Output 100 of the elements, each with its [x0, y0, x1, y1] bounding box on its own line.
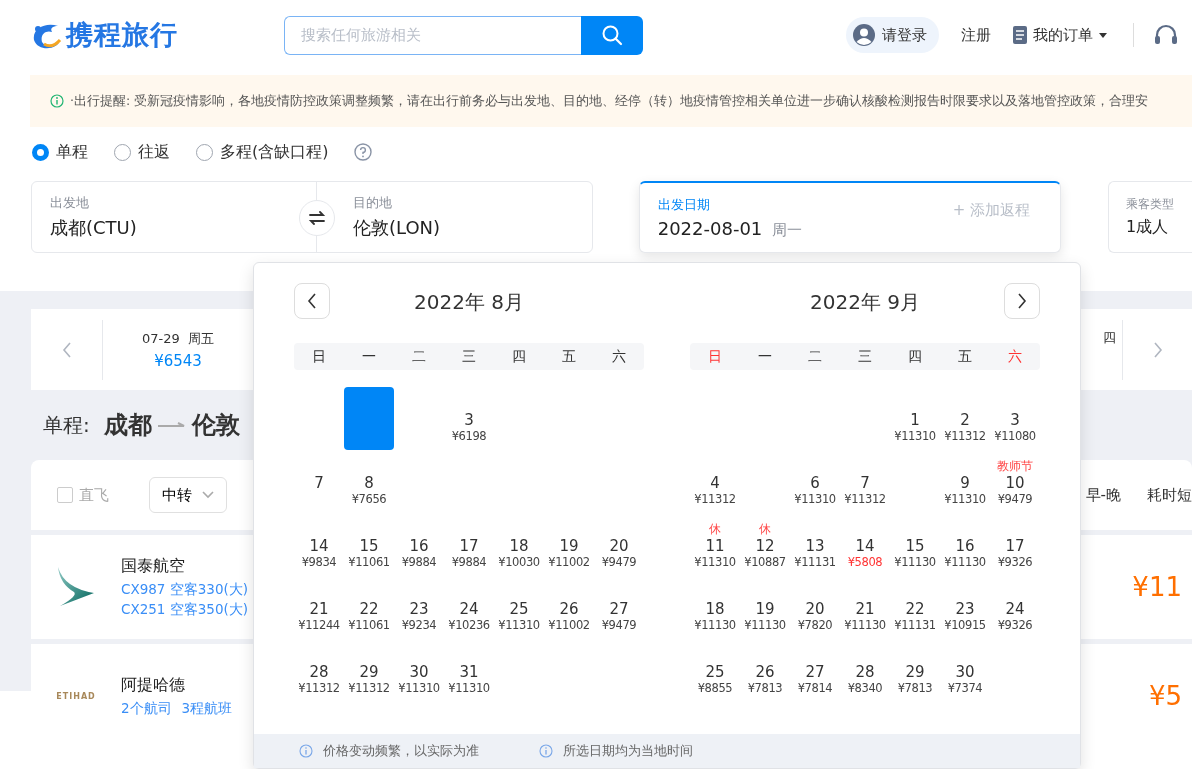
calendar-day[interactable]: 3 ¥11080 — [990, 387, 1040, 450]
month-title: 2022年 9月 — [810, 289, 920, 316]
chevron-right-icon — [1017, 293, 1027, 309]
trip-type-radio[interactable]: 多程(含缺口程) — [196, 141, 329, 163]
calendar-day[interactable]: 21 ¥11244 — [294, 576, 344, 639]
calendar-day[interactable]: 18 ¥11130 — [690, 576, 740, 639]
calendar-day[interactable]: 23 ¥9234 — [394, 576, 444, 639]
calendar-day[interactable]: 29 ¥11312 — [344, 639, 394, 702]
calendar-day[interactable]: 3 ¥6198 — [444, 387, 494, 450]
calendar-day[interactable]: 15 ¥11061 — [344, 513, 394, 576]
calendar-day[interactable]: 14 ¥5808 — [840, 513, 890, 576]
field-label: 目的地 — [353, 194, 393, 212]
calendar-day[interactable]: 休 11 ¥11310 — [690, 513, 740, 576]
field-label: 出发地 — [50, 194, 90, 212]
calendar-day[interactable]: 8 ¥7656 — [344, 450, 394, 513]
calendar-day[interactable]: 30 ¥7374 — [940, 639, 990, 702]
calendar-day[interactable]: 14 ¥9834 — [294, 513, 344, 576]
calendar-day[interactable]: 17 ¥9884 — [444, 513, 494, 576]
chevron-right-icon — [1152, 341, 1163, 358]
airline-logo-text: ETIHAD — [56, 691, 96, 701]
field-label: 乘客类型 — [1126, 196, 1174, 213]
chevron-down-icon — [202, 491, 214, 499]
weekday-label: 三 — [857, 347, 873, 366]
weekday-label: 六 — [611, 347, 627, 366]
orders-menu[interactable]: 我的订单 — [1013, 25, 1107, 45]
calendar-day[interactable]: 28 ¥8340 — [840, 639, 890, 702]
previous-month-button[interactable] — [294, 283, 330, 319]
calendar-day[interactable]: 16 ¥9884 — [394, 513, 444, 576]
calendar-day[interactable]: 25 ¥11310 — [494, 576, 544, 639]
calendar-day[interactable]: 27 ¥7814 — [790, 639, 840, 702]
calendar-day[interactable]: 7 ¥11312 — [840, 450, 890, 513]
calendar-day[interactable]: 17 ¥9326 — [990, 513, 1040, 576]
login-link[interactable]: 请登录 — [846, 17, 939, 53]
calendar-day[interactable]: 13 ¥11131 — [790, 513, 840, 576]
calendar-day[interactable]: 18 ¥10030 — [494, 513, 544, 576]
calendar-day[interactable]: 24 ¥10236 — [444, 576, 494, 639]
trip-type-radio[interactable]: 单程 — [32, 141, 88, 163]
calendar-day[interactable]: 27 ¥9479 — [594, 576, 644, 639]
calendar-day[interactable]: 6 ¥11310 — [790, 450, 840, 513]
swap-button[interactable] — [299, 200, 335, 236]
info-icon — [299, 744, 313, 758]
search-button[interactable] — [581, 15, 643, 55]
weekday-label: 一 — [361, 347, 377, 366]
weekday-text: 周一 — [772, 220, 803, 240]
calendar-day[interactable]: 教师节 10 ¥9479 — [990, 450, 1040, 513]
calendar-day[interactable]: 22 ¥11131 — [890, 576, 940, 639]
calendar-day[interactable]: 31 ¥11310 — [444, 639, 494, 702]
trip-type-radio[interactable]: 往返 — [114, 141, 170, 163]
calendar-day[interactable]: 19 ¥11130 — [740, 576, 790, 639]
calendar-day[interactable]: 7 — [294, 450, 344, 513]
airline-name: 国泰航空 — [121, 555, 186, 577]
price-text: ¥5 — [1148, 681, 1182, 711]
transfer-dropdown[interactable]: 中转 — [149, 477, 227, 513]
next-month-button[interactable] — [1004, 283, 1040, 319]
notice-text: ·出行提醒: 受新冠疫情影响，各地疫情防控政策调整频繁，请在出行前务必与出发地、目的地、经停（转）地疫情管控相关单位进一步确认核酸检测报告时限要求以及落地管控政策，合理安 — [70, 92, 1149, 110]
calendar-day[interactable]: 2 ¥11312 — [940, 387, 990, 450]
calendar-day[interactable]: 29 ¥7813 — [890, 639, 940, 702]
logo-text: 携程旅行 — [66, 18, 178, 52]
calendar-day[interactable]: 9 ¥11310 — [940, 450, 990, 513]
calendar-day[interactable]: 28 ¥11312 — [294, 639, 344, 702]
info-icon — [50, 94, 64, 108]
calendar-day[interactable]: 4 ¥11312 — [690, 450, 740, 513]
field-value[interactable]: 2022-08-01 — [657, 217, 763, 239]
weekday-label: 日 — [707, 347, 723, 366]
calendar-day[interactable]: 25 ¥8855 — [690, 639, 740, 702]
calendar-day[interactable]: 26 ¥7813 — [740, 639, 790, 702]
user-avatar-icon — [852, 23, 876, 47]
weekday-label: 一 — [757, 347, 773, 366]
calendar-day[interactable]: 1 ¥11310 — [890, 387, 940, 450]
calendar-day[interactable]: 休 12 ¥10887 — [740, 513, 790, 576]
field-label: 出发日期 — [657, 195, 711, 214]
field-value[interactable]: 伦敦(LON) — [353, 216, 441, 240]
city-name: 成都 — [103, 410, 152, 441]
month-title: 2022年 8月 — [414, 289, 524, 316]
field-value[interactable]: 1成人 — [1126, 217, 1174, 238]
info-icon — [539, 744, 553, 758]
calendar-day[interactable]: 20 ¥7820 — [790, 576, 840, 639]
calendar-day[interactable]: 19 ¥11002 — [544, 513, 594, 576]
note-text: 所选日期均为当地时间 — [563, 742, 693, 760]
calendar-day[interactable]: 24 ¥9326 — [990, 576, 1040, 639]
weekday-label: 四 — [907, 347, 923, 366]
calendar-day[interactable]: 23 ¥10915 — [940, 576, 990, 639]
calendar-day[interactable]: 20 ¥9479 — [594, 513, 644, 576]
register-link[interactable]: 注册 — [961, 25, 991, 45]
chevron-left-icon — [307, 293, 317, 309]
calendar-day[interactable]: 26 ¥11002 — [544, 576, 594, 639]
calendar-day[interactable]: 21 ¥11130 — [840, 576, 890, 639]
calendar-day[interactable]: 30 ¥11310 — [394, 639, 444, 702]
search-field[interactable]: 搜索任何旅游相关 — [284, 15, 581, 55]
date-option[interactable]: 07-29 周五 ¥6543 — [103, 329, 253, 370]
calendar-day[interactable]: 22 ¥11061 — [344, 576, 394, 639]
weekday-label: 三 — [461, 347, 477, 366]
field-value[interactable]: 成都(CTU) — [50, 216, 298, 240]
sort-option[interactable]: 早-晚 — [1085, 485, 1121, 505]
calendar-day[interactable]: 15 ¥11130 — [890, 513, 940, 576]
headset-icon — [1154, 24, 1178, 46]
calendar-day[interactable]: 16 ¥11130 — [940, 513, 990, 576]
sort-option[interactable]: 耗时短 — [1147, 485, 1192, 505]
swap-icon — [308, 211, 326, 225]
price-text: ¥11 — [1132, 572, 1182, 602]
